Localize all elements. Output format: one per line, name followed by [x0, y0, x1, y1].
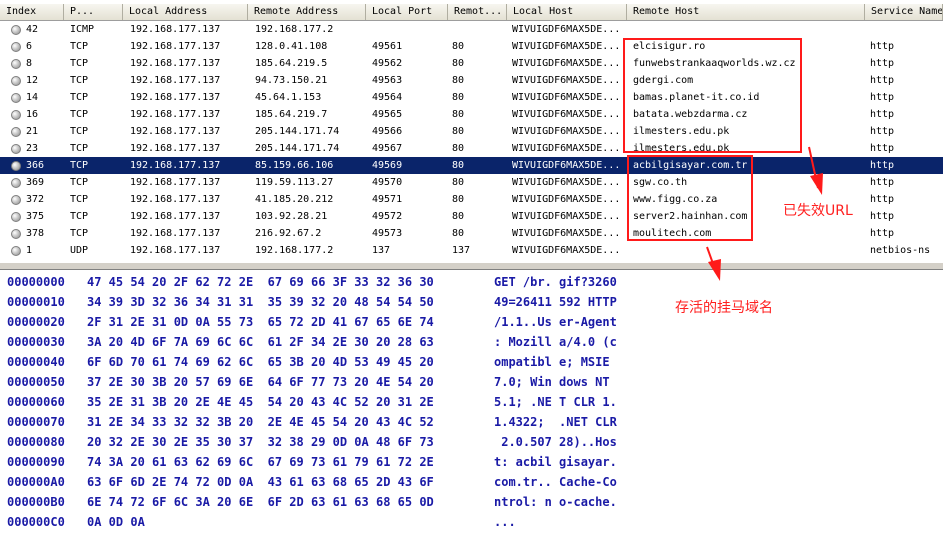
- dead-url-arrow-head: [810, 173, 823, 195]
- annotation-arrows: [706, 146, 823, 281]
- live-domain-label: 存活的挂马域名: [675, 300, 773, 316]
- live-domain-arrow-head: [708, 259, 721, 281]
- dead-url-label: 已失效URL: [783, 203, 853, 219]
